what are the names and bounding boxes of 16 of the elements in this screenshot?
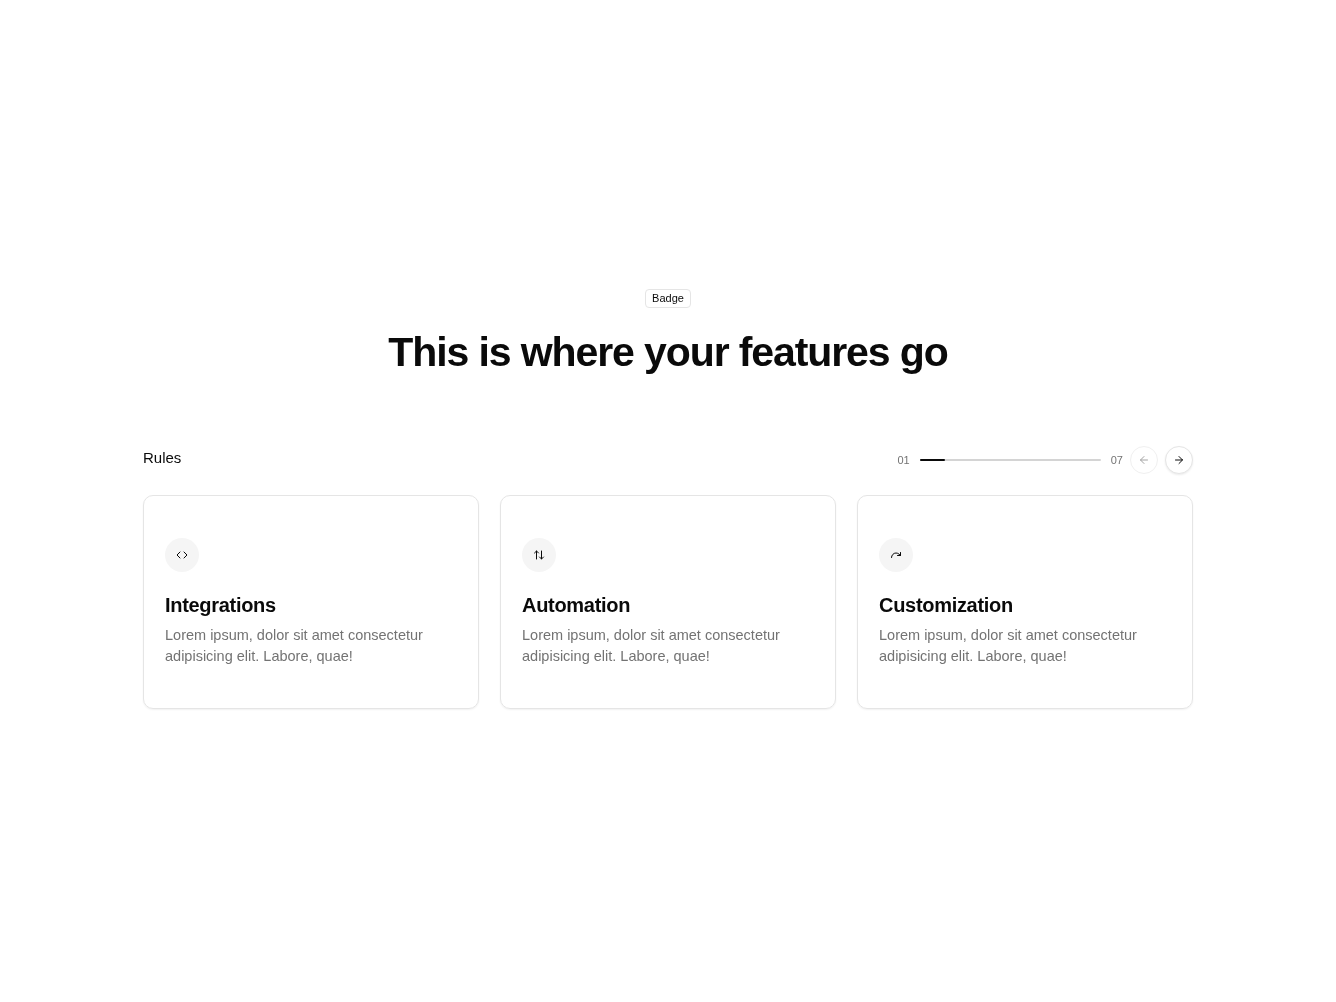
code-icon bbox=[165, 538, 199, 572]
up-down-arrows-icon bbox=[522, 538, 556, 572]
left-arrow-icon bbox=[1138, 454, 1150, 466]
feature-description: Lorem ipsum, dolor sit amet consectetur adipisicing elit. Labore, quae! bbox=[165, 626, 424, 666]
section-title: Rules bbox=[143, 448, 182, 466]
page-start-number: 01 bbox=[897, 454, 910, 466]
next-button[interactable] bbox=[1165, 446, 1193, 474]
right-arrow-icon bbox=[1173, 454, 1185, 466]
feature-description: Lorem ipsum, dolor sit amet consectetur adipisicing elit. Labore, quae! bbox=[879, 626, 1138, 666]
feature-title: Integrations bbox=[165, 593, 276, 618]
page-heading: This is where your features go bbox=[388, 328, 948, 377]
page-end-number: 07 bbox=[1110, 454, 1123, 466]
badge: Badge bbox=[645, 289, 691, 308]
feature-description: Lorem ipsum, dolor sit amet consectetur adipisicing elit. Labore, quae! bbox=[522, 626, 781, 666]
feature-title: Customization bbox=[879, 593, 1013, 618]
feature-title: Automation bbox=[522, 593, 631, 618]
